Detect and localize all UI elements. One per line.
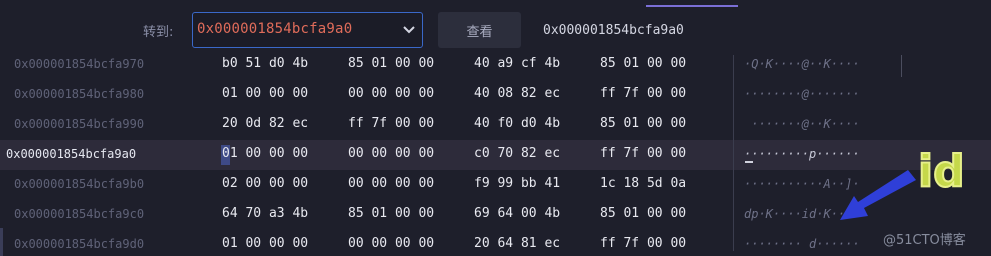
row-address: 0x000001854bcfa9c0 [14,207,145,221]
goto-label: 转到: [143,25,174,40]
chevron-down-icon[interactable] [403,25,415,35]
ascii-divider-right [901,55,902,77]
row-address: 0x000001854bcfa9b0 [14,177,145,191]
byte-group[interactable]: 02 00 00 00 [222,176,308,191]
memory-row[interactable]: 0x000001854bcfa990 20 0d 82 ec ff 7f 00 … [0,110,991,140]
byte-group[interactable]: 40 a9 cf 4b [474,56,560,71]
ascii-text[interactable]: ·······@··K···· [744,117,859,131]
byte-group[interactable]: f9 99 bb 41 [474,176,560,191]
byte-group[interactable]: 85 01 00 00 [600,206,686,221]
byte-group[interactable]: 85 01 00 00 [600,116,686,131]
byte-group[interactable]: 20 64 81 ec [474,236,560,251]
watermark: @51CTO博客 [883,233,966,248]
byte-group[interactable]: 00 00 00 00 [348,176,434,191]
ascii-divider-left [733,55,734,251]
byte-group[interactable]: 00 00 00 00 [348,146,434,161]
row-address: 0x000001854bcfa9a0 [6,147,137,161]
byte-group[interactable]: 1c 18 5d 0a [600,176,686,191]
hex-viewer: 转到: 0x000001854bcfa9a0 查看 0x000001854bcf… [0,0,991,256]
byte-group[interactable]: ff 7f 00 00 [600,146,686,161]
byte-group[interactable]: ff 7f 00 00 [348,116,434,131]
ascii-text[interactable]: ·Q·K····@··K···· [744,57,860,71]
memory-row[interactable]: 0x000001854bcfa9d0 01 00 00 00 00 00 00 … [0,230,991,256]
ascii-text[interactable]: ········ d······ [744,237,860,251]
byte-group[interactable]: 85 01 00 00 [348,56,434,71]
row-address: 0x000001854bcfa970 [14,57,145,71]
byte-group[interactable]: 40 08 82 ec [474,86,560,101]
address-select[interactable]: 0x000001854bcfa9a0 [192,12,423,48]
byte-group[interactable]: 85 01 00 00 [348,206,434,221]
byte-group[interactable]: 85 01 00 00 [600,56,686,71]
ascii-text[interactable]: ·········p······ [744,147,860,161]
byte-group[interactable]: 20 0d 82 ec [222,116,308,131]
byte-group[interactable]: 69 64 00 4b [474,206,560,221]
arrow-icon [840,170,916,220]
byte-group[interactable]: c0 70 82 ec [474,146,560,161]
address-select-value[interactable]: 0x000001854bcfa9a0 [197,21,352,37]
byte-group[interactable]: 01 00 00 00 [222,86,308,101]
row-address: 0x000001854bcfa980 [14,87,145,101]
byte-group[interactable]: 00 00 00 00 [348,86,434,101]
active-tab-indicator [646,5,738,7]
current-address: 0x000001854bcfa9a0 [543,23,684,38]
ascii-text[interactable]: ········@······· [744,87,860,101]
byte-group[interactable]: ff 7f 00 00 [600,236,686,251]
byte-group[interactable]: 64 70 a3 4b [222,206,308,221]
byte-group[interactable]: ff 7f 00 00 [600,86,686,101]
row-address: 0x000001854bcfa9d0 [14,237,145,251]
side-scroll-indicator [0,228,3,256]
byte-group[interactable]: b0 51 d0 4b [222,56,308,71]
byte-group[interactable]: 01 00 00 00 [222,236,308,251]
byte-group[interactable]: 40 f0 d0 4b [474,116,560,131]
memory-row[interactable]: 0x000001854bcfa970 b0 51 d0 4b 85 01 00 … [0,50,991,80]
byte-group[interactable]: 00 00 00 00 [348,236,434,251]
view-button[interactable]: 查看 [438,12,521,48]
row-address: 0x000001854bcfa990 [14,117,145,131]
ascii-cursor [745,161,753,163]
byte-group[interactable]: 01 00 00 00 [222,146,308,161]
annotation-id-label: id [917,146,966,197]
memory-row[interactable]: 0x000001854bcfa980 01 00 00 00 00 00 00 … [0,80,991,110]
